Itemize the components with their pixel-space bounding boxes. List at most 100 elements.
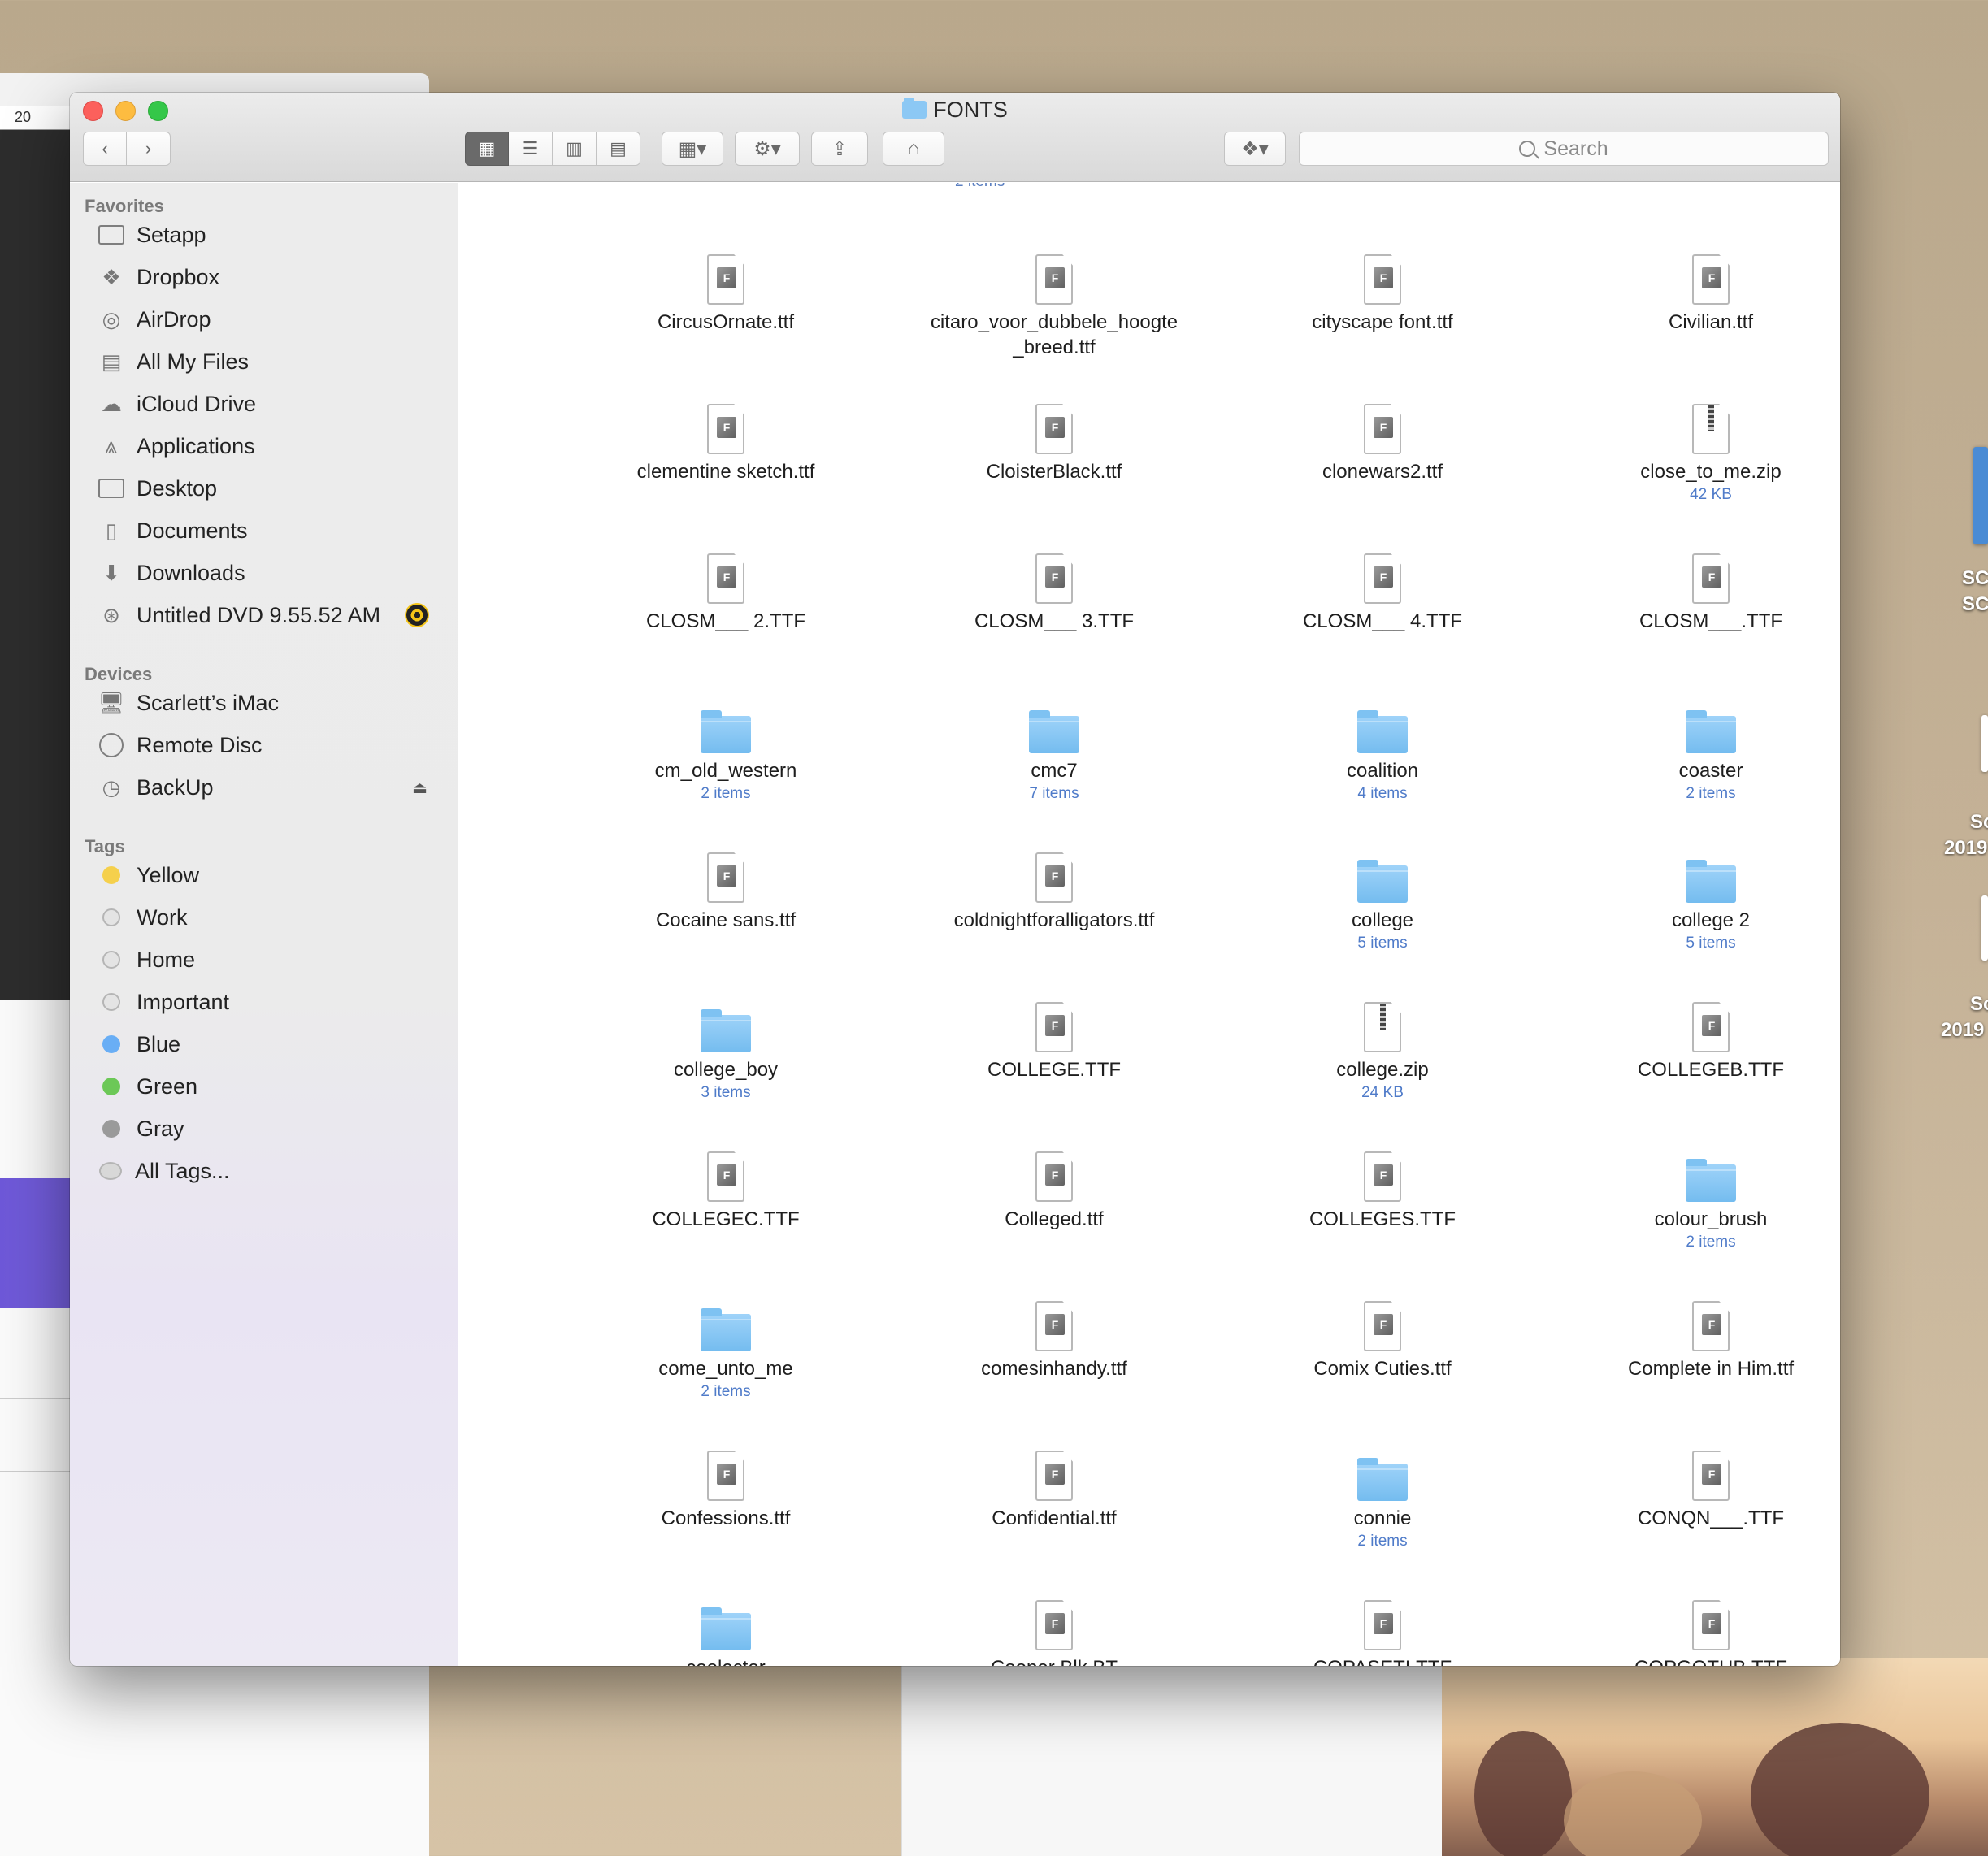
file-item[interactable]: Fclonewars2.ttf — [1220, 389, 1545, 484]
desktop-item-label[interactable]: SC — [1962, 567, 1988, 590]
sidebar-item-scarletts-imac[interactable]: 🖥 Scarlett’s iMac — [98, 683, 447, 722]
folder-item[interactable]: cm_old_western 2 items — [563, 688, 888, 804]
sidebar-tag-blue[interactable]: Blue — [98, 1025, 447, 1064]
desktop-file-icon[interactable] — [1981, 895, 1988, 961]
file-item[interactable]: F COLLEGE.TTF — [892, 987, 1217, 1082]
file-item[interactable]: F CLOSM___.TTF — [1548, 539, 1840, 634]
file-item[interactable]: F CLOSM___ 4.TTF — [1220, 539, 1545, 634]
file-item[interactable]: F Cocaine sans.ttf — [563, 838, 888, 933]
item-name: college_boy — [673, 1059, 779, 1081]
item-icon: F — [563, 539, 888, 604]
file-item[interactable]: F CLOSM___ 3.TTF — [892, 539, 1217, 634]
file-item[interactable]: F Confessions.ttf — [563, 1436, 888, 1531]
file-item[interactable]: F Cooper Blk BT — [892, 1585, 1217, 1666]
cover-flow-button[interactable]: ▤ — [597, 132, 640, 166]
desktop-file-icon[interactable] — [1981, 715, 1988, 772]
file-item[interactable]: Fcomesinhandy.ttf — [892, 1286, 1217, 1381]
file-item[interactable]: college.zip 24 KB — [1220, 987, 1545, 1104]
sidebar-item-icloud-drive[interactable]: ☁ iCloud Drive — [98, 384, 447, 423]
sidebar-item-desktop[interactable]: Desktop — [98, 469, 447, 508]
folder-item[interactable]: cmc7 7 items — [892, 688, 1217, 804]
tag-color-dot — [102, 1078, 120, 1095]
file-item[interactable]: F CircusOrnate.ttf — [563, 240, 888, 335]
folder-item[interactable]: college 5 items — [1220, 838, 1545, 954]
folder-item[interactable]: college 2 5 items — [1548, 838, 1840, 954]
eject-icon[interactable]: ⏏ — [412, 778, 428, 798]
file-item[interactable]: F COPASETI.TTF — [1220, 1585, 1545, 1666]
file-item[interactable]: Fclementine sketch.ttf — [563, 389, 888, 484]
arrange-button[interactable]: ▦▾ — [662, 132, 723, 166]
file-item[interactable]: F Comix Cuties.ttf — [1220, 1286, 1545, 1381]
icon-view-button[interactable]: ▦ — [465, 132, 509, 166]
sidebar-tag-all-tags[interactable]: All Tags... — [98, 1151, 447, 1190]
desktop-item-label[interactable]: Sc — [1970, 993, 1988, 1016]
item-icon — [1220, 987, 1545, 1052]
file-item[interactable]: F COPGOTHB.TTF — [1548, 1585, 1840, 1666]
sidebar-item-setapp[interactable]: Setapp — [98, 215, 447, 254]
file-item[interactable]: F COLLEGEB.TTF — [1548, 987, 1840, 1082]
file-item[interactable]: F CLOSM___ 2.TTF — [563, 539, 888, 634]
sidebar-item-documents[interactable]: ▯ Documents — [98, 511, 447, 550]
file-item[interactable]: F Complete in Him.ttf — [1548, 1286, 1840, 1381]
desktop-item-label[interactable]: Sc — [1970, 811, 1988, 834]
file-item[interactable]: F COLLEGEC.TTF — [563, 1137, 888, 1232]
sidebar-item-dropbox[interactable]: ❖ Dropbox — [98, 258, 447, 297]
desktop-item-label[interactable]: 2019 — [1941, 1019, 1984, 1042]
folder-icon — [701, 1308, 751, 1351]
folder-item[interactable]: connie 2 items — [1220, 1436, 1545, 1552]
sidebar-tag-yellow[interactable]: Yellow — [98, 856, 447, 895]
file-item[interactable]: Fcityscape font.ttf — [1220, 240, 1545, 335]
burn-icon[interactable] — [405, 603, 429, 627]
file-item[interactable]: F Colleged.ttf — [892, 1137, 1217, 1232]
folder-item[interactable]: coolector — [563, 1585, 888, 1666]
list-view-button[interactable]: ☰ — [509, 132, 553, 166]
forward-button[interactable]: › — [127, 132, 171, 166]
folder-item[interactable]: coaster 2 items — [1548, 688, 1840, 804]
airdrop-icon: ◎ — [102, 306, 121, 332]
folder-item[interactable]: coalition 4 items — [1220, 688, 1545, 804]
file-item[interactable]: F COLLEGES.TTF — [1220, 1137, 1545, 1232]
desktop-item-label[interactable]: SC — [1962, 593, 1988, 616]
tag-color-dot — [102, 1120, 120, 1138]
flamingo-shape — [1474, 1731, 1572, 1856]
item-name: COLLEGES.TTF — [1309, 1208, 1456, 1230]
folder-item[interactable]: college_boy 3 items — [563, 987, 888, 1104]
file-item[interactable]: F Confidential.ttf — [892, 1436, 1217, 1531]
sidebar-item-label: All Tags... — [135, 1158, 230, 1183]
file-item[interactable]: F CONQN___.TTF — [1548, 1436, 1840, 1531]
sidebar-item-applications[interactable]: ⩓ Applications — [98, 427, 447, 466]
file-item[interactable]: close_to_me.zip 42 KB — [1548, 389, 1840, 505]
edit-tags-button[interactable]: ⌂ — [883, 132, 944, 166]
back-button[interactable]: ‹ — [83, 132, 127, 166]
desktop-folder-icon[interactable] — [1973, 447, 1988, 544]
sidebar-tag-work[interactable]: Work — [98, 898, 447, 937]
action-button[interactable]: ⚙▾ — [735, 132, 800, 166]
dropbox-button[interactable]: ❖▾ — [1224, 132, 1286, 166]
sidebar-tag-important[interactable]: Important — [98, 982, 447, 1021]
sidebar-item-remote-disc[interactable]: Remote Disc — [98, 726, 447, 765]
sidebar-tag-green[interactable]: Green — [98, 1067, 447, 1106]
file-item[interactable]: Fcoldnightforalligators.ttf — [892, 838, 1217, 933]
sidebar-item-label: Yellow — [137, 862, 200, 887]
item-icon: F — [892, 987, 1217, 1052]
column-view-button[interactable]: ▥ — [553, 132, 597, 166]
font-file-icon: F — [1692, 1451, 1730, 1501]
sidebar-item-all-my-files[interactable]: ▤ All My Files — [98, 342, 447, 381]
file-item[interactable]: Fcitaro_voor_dubbele_hoogte _breed.ttf — [892, 240, 1217, 360]
folder-item[interactable]: colour_brush 2 items — [1548, 1137, 1840, 1253]
sidebar-tag-home[interactable]: Home — [98, 940, 447, 979]
sidebar-item-untitled-dvd[interactable]: ⊛ Untitled DVD 9.55.52 AM — [98, 596, 447, 635]
sidebar-tag-gray[interactable]: Gray — [98, 1109, 447, 1148]
desktop-item-label[interactable]: 2019 — [1944, 837, 1987, 860]
file-item[interactable]: F Civilian.ttf — [1548, 240, 1840, 335]
sidebar-item-backup[interactable]: ◷ BackUp ⏏ — [98, 768, 447, 807]
folder-item[interactable]: come_unto_me 2 items — [563, 1286, 888, 1403]
file-item[interactable]: F CloisterBlack.ttf — [892, 389, 1217, 484]
share-button[interactable]: ⇪ — [811, 132, 868, 166]
search-input[interactable]: Search — [1299, 132, 1829, 166]
sidebar-item-downloads[interactable]: ⬇ Downloads — [98, 553, 447, 592]
item-name: come_unto_me — [658, 1358, 793, 1380]
item-name: Cocaine sans.ttf — [655, 909, 797, 931]
item-icon: F — [1548, 1436, 1840, 1501]
sidebar-item-airdrop[interactable]: ◎ AirDrop — [98, 300, 447, 339]
